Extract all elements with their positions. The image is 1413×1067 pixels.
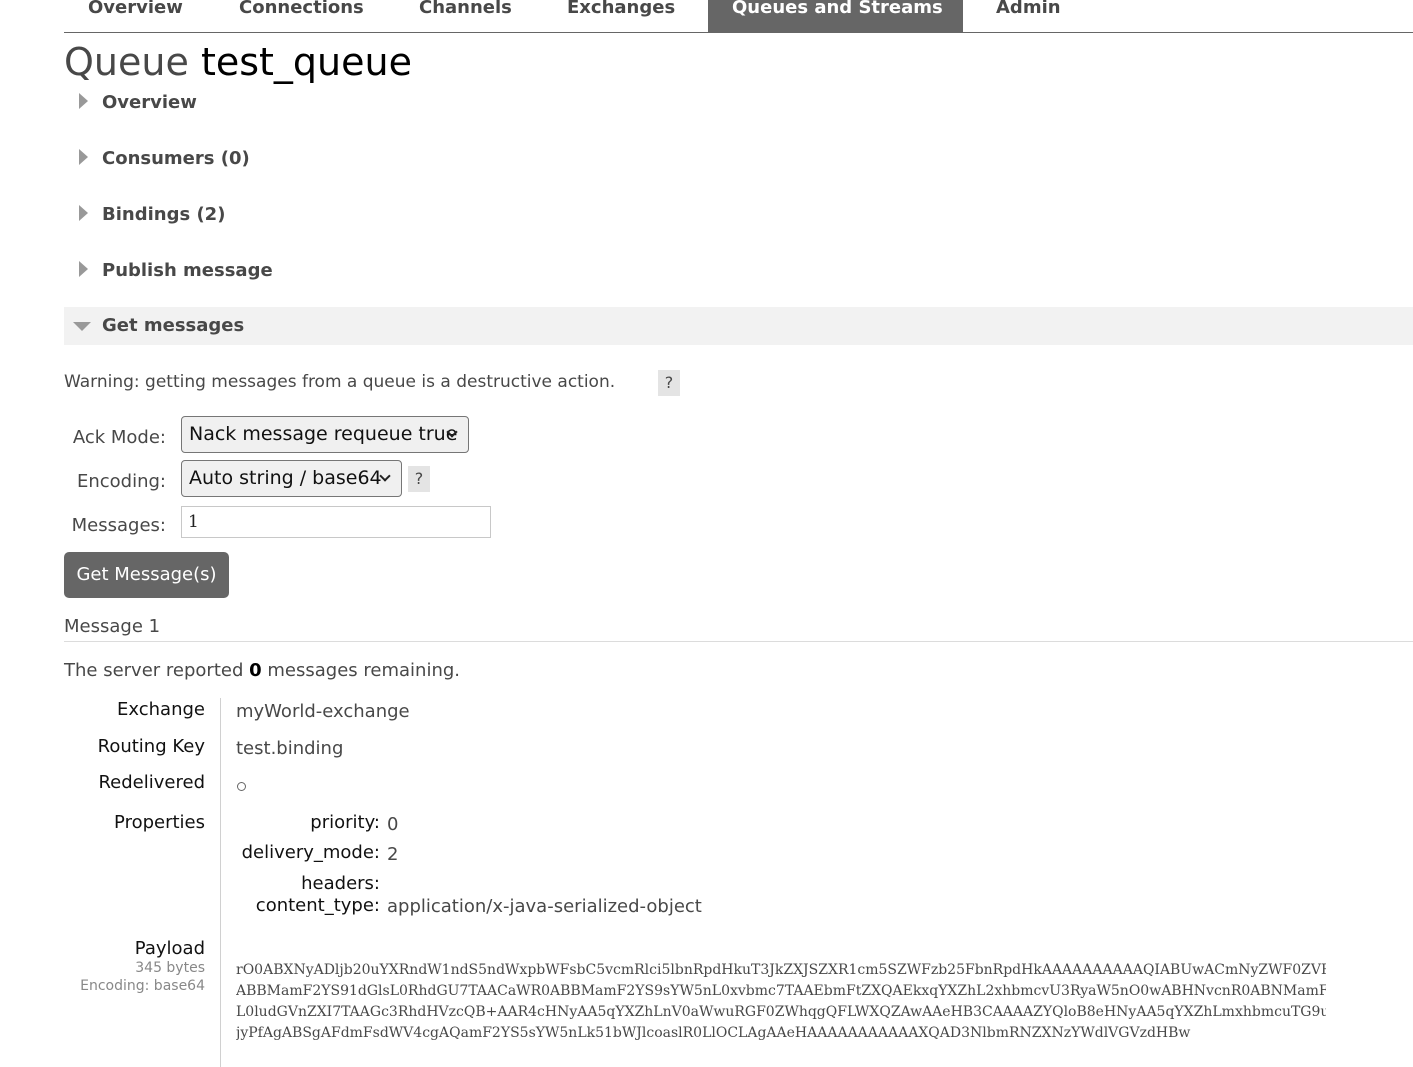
- priority-label: priority:: [310, 812, 380, 833]
- section-bindings-label: Bindings (2): [102, 204, 226, 225]
- payload-line: ABBMamF2YS91dGlsL0RhdGU7TAACaWR0ABBMamF2…: [236, 983, 1326, 999]
- expand-arrow-icon: [79, 149, 88, 165]
- payload-line: L0ludGVnZXI7TAAGc3RhdHVzcQB+AAR4cHNyAA5q…: [236, 1004, 1326, 1020]
- section-publish-message[interactable]: Publish message: [64, 252, 1413, 290]
- exchange-label: Exchange: [117, 699, 205, 720]
- tab-channels[interactable]: Channels: [395, 0, 536, 32]
- routing-key-value: test.binding: [236, 738, 344, 759]
- section-consumers[interactable]: Consumers (0): [64, 140, 1413, 178]
- payload-label: Payload: [134, 938, 205, 959]
- payload-content: rO0ABXNyADljb20uYXRndW1ndS5ndWxpbWFsbC5v…: [236, 960, 1326, 1044]
- message-heading: Message 1: [64, 616, 161, 637]
- content-type-label: content_type:: [255, 895, 380, 916]
- tab-admin[interactable]: Admin: [972, 0, 1085, 32]
- queue-name: test_queue: [200, 40, 412, 84]
- payload-size: 345 bytes: [135, 960, 205, 976]
- tab-connections[interactable]: Connections: [215, 0, 388, 32]
- redelivered-label: Redelivered: [98, 772, 205, 793]
- top-nav: Overview Connections Channels Exchanges …: [64, 0, 1413, 33]
- details-divider: [220, 698, 221, 1067]
- remaining-suffix: messages remaining.: [267, 660, 460, 681]
- payload-encoding: Encoding: base64: [80, 978, 205, 994]
- payload-line: rO0ABXNyADljb20uYXRndW1ndS5ndWxpbWFsbC5v…: [236, 962, 1326, 978]
- messages-remaining: The server reported 0 messages remaining…: [64, 660, 460, 681]
- ack-mode-select[interactable]: Nack message requeue true: [181, 416, 469, 453]
- destructive-warning: Warning: getting messages from a queue i…: [64, 372, 616, 392]
- routing-key-label: Routing Key: [97, 736, 205, 757]
- section-get-messages[interactable]: Get messages: [64, 307, 1413, 345]
- encoding-select[interactable]: Auto string / base64: [181, 460, 402, 497]
- get-messages-button[interactable]: Get Message(s): [64, 552, 229, 598]
- encoding-label: Encoding:: [76, 471, 166, 492]
- divider: [64, 641, 1413, 642]
- priority-value: 0: [387, 814, 399, 835]
- delivery-mode-value: 2: [387, 844, 399, 865]
- expand-arrow-icon: [79, 93, 88, 109]
- remaining-prefix: The server reported: [64, 660, 244, 681]
- warning-help-button[interactable]: ?: [658, 370, 680, 396]
- encoding-help-button[interactable]: ?: [408, 466, 430, 492]
- exchange-value: myWorld-exchange: [236, 701, 410, 722]
- messages-label: Messages:: [71, 515, 166, 536]
- delivery-mode-label: delivery_mode:: [241, 842, 380, 863]
- section-publish-message-label: Publish message: [102, 260, 273, 281]
- remaining-count: 0: [249, 660, 262, 681]
- content-type-value: application/x-java-serialized-object: [387, 896, 702, 917]
- section-get-messages-label: Get messages: [102, 315, 245, 336]
- ack-mode-value: Nack message requeue true: [189, 423, 458, 445]
- properties-label: Properties: [114, 812, 205, 833]
- ack-mode-label: Ack Mode:: [72, 427, 166, 448]
- expand-arrow-icon: [79, 205, 88, 221]
- section-overview-label: Overview: [102, 92, 197, 113]
- page-title: Queue test_queue: [64, 40, 412, 84]
- tab-overview[interactable]: Overview: [64, 0, 207, 32]
- payload-line: jyPfAgABSgAFdmFsdWV4cgAQamF2YS5sYW5nLk51…: [236, 1025, 1191, 1041]
- expand-arrow-icon: [79, 261, 88, 277]
- encoding-value: Auto string / base64: [189, 467, 382, 489]
- section-consumers-label: Consumers (0): [102, 148, 250, 169]
- tab-queues-and-streams[interactable]: Queues and Streams: [708, 0, 963, 32]
- collapse-arrow-icon: [73, 322, 91, 331]
- section-overview[interactable]: Overview: [64, 84, 1413, 122]
- messages-count-input[interactable]: [181, 506, 491, 538]
- redelivered-false-icon: [237, 782, 246, 791]
- page-title-prefix: Queue: [64, 40, 189, 84]
- section-bindings[interactable]: Bindings (2): [64, 196, 1413, 234]
- headers-label: headers:: [301, 873, 380, 894]
- tab-exchanges[interactable]: Exchanges: [543, 0, 699, 32]
